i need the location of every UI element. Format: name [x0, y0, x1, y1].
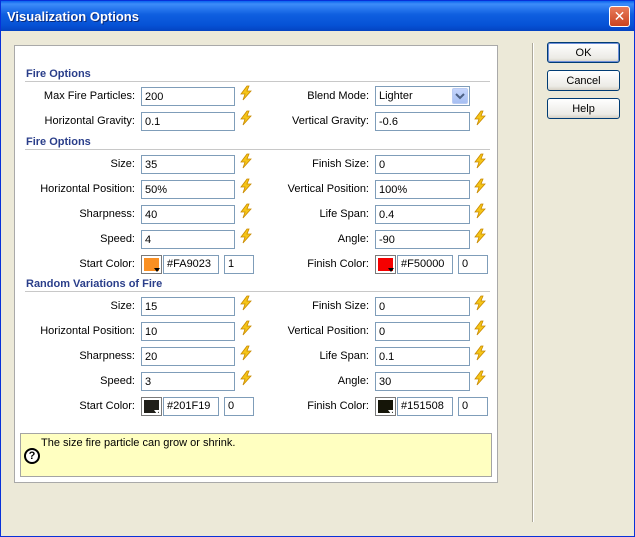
help-text: The size fire particle can grow or shrin… — [41, 437, 236, 449]
speed-input[interactable] — [141, 230, 235, 249]
max-fire-particles-label: Max Fire Particles: — [43, 90, 135, 102]
help-button[interactable]: Help — [547, 98, 620, 119]
cancel-button[interactable]: Cancel — [547, 70, 620, 91]
rv-sharpness-input[interactable] — [141, 347, 235, 366]
rv-finish-color-label: Finish Color: — [307, 400, 369, 412]
rv-horizontal-position-input[interactable] — [141, 322, 235, 341]
lightning-bolt-icon[interactable] — [238, 370, 254, 386]
rv-finish-color-swatch[interactable] — [375, 397, 396, 416]
rv-start-color-alpha[interactable]: 0 — [224, 397, 254, 416]
section-title-random-variations: Random Variations of Fire — [26, 278, 163, 290]
lightning-bolt-icon[interactable] — [238, 110, 254, 126]
horizontal-position-input[interactable] — [141, 180, 235, 199]
vertical-position-label: Vertical Position: — [287, 183, 369, 195]
question-icon: ? — [24, 448, 40, 464]
lightning-bolt-icon[interactable] — [238, 153, 254, 169]
angle-label: Angle: — [337, 233, 369, 245]
horizontal-position-label: Horizontal Position: — [40, 183, 135, 195]
lightning-bolt-icon[interactable] — [472, 295, 488, 311]
lightning-bolt-icon[interactable] — [472, 320, 488, 336]
rv-angle-input[interactable] — [375, 372, 470, 391]
finish-color-swatch[interactable] — [375, 255, 396, 274]
dropdown-arrow-icon — [388, 410, 394, 414]
rv-vertical-position-label: Vertical Position: — [287, 325, 369, 337]
dropdown-arrow-icon — [154, 268, 160, 272]
rv-vertical-position-input[interactable] — [375, 322, 470, 341]
finish-color-label: Finish Color: — [307, 258, 369, 270]
finish-size-input[interactable] — [375, 155, 470, 174]
dialog-window: Visualization Options ✕ OK Cancel Help F… — [0, 0, 635, 537]
rv-finish-size-input[interactable] — [375, 297, 470, 316]
finish-color-hex[interactable]: #F50000 — [397, 255, 453, 274]
blend-mode-value: Lighter — [379, 90, 413, 102]
horizontal-gravity-label: Horizontal Gravity: — [44, 115, 135, 127]
rv-size-label: Size: — [110, 300, 135, 312]
section-divider — [25, 81, 490, 82]
vertical-position-input[interactable] — [375, 180, 470, 199]
title-bar[interactable]: Visualization Options ✕ — [1, 1, 634, 31]
start-color-label: Start Color: — [79, 258, 135, 270]
section-divider — [25, 149, 490, 150]
rv-life-span-label: Life Span: — [319, 350, 369, 362]
ok-button[interactable]: OK — [547, 42, 620, 63]
lightning-bolt-icon[interactable] — [472, 203, 488, 219]
rv-start-color-swatch[interactable] — [141, 397, 162, 416]
chevron-down-icon[interactable] — [452, 88, 468, 104]
lightning-bolt-icon[interactable] — [472, 178, 488, 194]
help-description-box: The size fire particle can grow or shrin… — [20, 433, 492, 477]
lightning-bolt-icon[interactable] — [472, 228, 488, 244]
life-span-label: Life Span: — [319, 208, 369, 220]
window-title: Visualization Options — [7, 9, 139, 24]
rv-horizontal-position-label: Horizontal Position: — [40, 325, 135, 337]
rv-finish-size-label: Finish Size: — [312, 300, 369, 312]
lightning-bolt-icon[interactable] — [472, 153, 488, 169]
sharpness-label: Sharpness: — [79, 208, 135, 220]
rv-angle-label: Angle: — [337, 375, 369, 387]
vertical-divider — [532, 43, 534, 522]
rv-speed-input[interactable] — [141, 372, 235, 391]
rv-life-span-input[interactable] — [375, 347, 470, 366]
lightning-bolt-icon[interactable] — [238, 178, 254, 194]
lightning-bolt-icon[interactable] — [238, 228, 254, 244]
section-title-fire-options-2: Fire Options — [26, 136, 91, 148]
rv-start-color-hex[interactable]: #201F19 — [163, 397, 219, 416]
angle-input[interactable] — [375, 230, 470, 249]
rv-sharpness-label: Sharpness: — [79, 350, 135, 362]
size-label: Size: — [110, 158, 135, 170]
rv-finish-color-hex[interactable]: #151508 — [397, 397, 453, 416]
lightning-bolt-icon[interactable] — [238, 203, 254, 219]
section-divider — [25, 291, 490, 292]
start-color-hex[interactable]: #FA9023 — [163, 255, 219, 274]
blend-mode-select[interactable]: Lighter — [375, 86, 470, 106]
dropdown-arrow-icon — [154, 410, 160, 414]
lightning-bolt-icon[interactable] — [472, 345, 488, 361]
horizontal-gravity-input[interactable] — [141, 112, 235, 131]
start-color-alpha[interactable]: 1 — [224, 255, 254, 274]
speed-label: Speed: — [100, 233, 135, 245]
lightning-bolt-icon[interactable] — [238, 295, 254, 311]
rv-size-input[interactable] — [141, 297, 235, 316]
life-span-input[interactable] — [375, 205, 470, 224]
section-title-fire-options-1: Fire Options — [26, 68, 91, 80]
finish-color-alpha[interactable]: 0 — [458, 255, 488, 274]
vertical-gravity-label: Vertical Gravity: — [291, 115, 369, 127]
finish-size-label: Finish Size: — [312, 158, 369, 170]
rv-finish-color-alpha[interactable]: 0 — [458, 397, 488, 416]
rv-speed-label: Speed: — [100, 375, 135, 387]
rv-start-color-label: Start Color: — [79, 400, 135, 412]
close-icon: ✕ — [613, 8, 626, 24]
max-fire-particles-input[interactable] — [141, 87, 235, 106]
lightning-bolt-icon[interactable] — [238, 320, 254, 336]
close-button[interactable]: ✕ — [609, 6, 630, 27]
size-input[interactable] — [141, 155, 235, 174]
lightning-bolt-icon[interactable] — [472, 110, 488, 126]
lightning-bolt-icon[interactable] — [472, 370, 488, 386]
sharpness-input[interactable] — [141, 205, 235, 224]
start-color-swatch[interactable] — [141, 255, 162, 274]
lightning-bolt-icon[interactable] — [238, 85, 254, 101]
blend-mode-label: Blend Mode: — [307, 90, 369, 102]
dropdown-arrow-icon — [388, 268, 394, 272]
vertical-gravity-input[interactable] — [375, 112, 470, 131]
lightning-bolt-icon[interactable] — [238, 345, 254, 361]
